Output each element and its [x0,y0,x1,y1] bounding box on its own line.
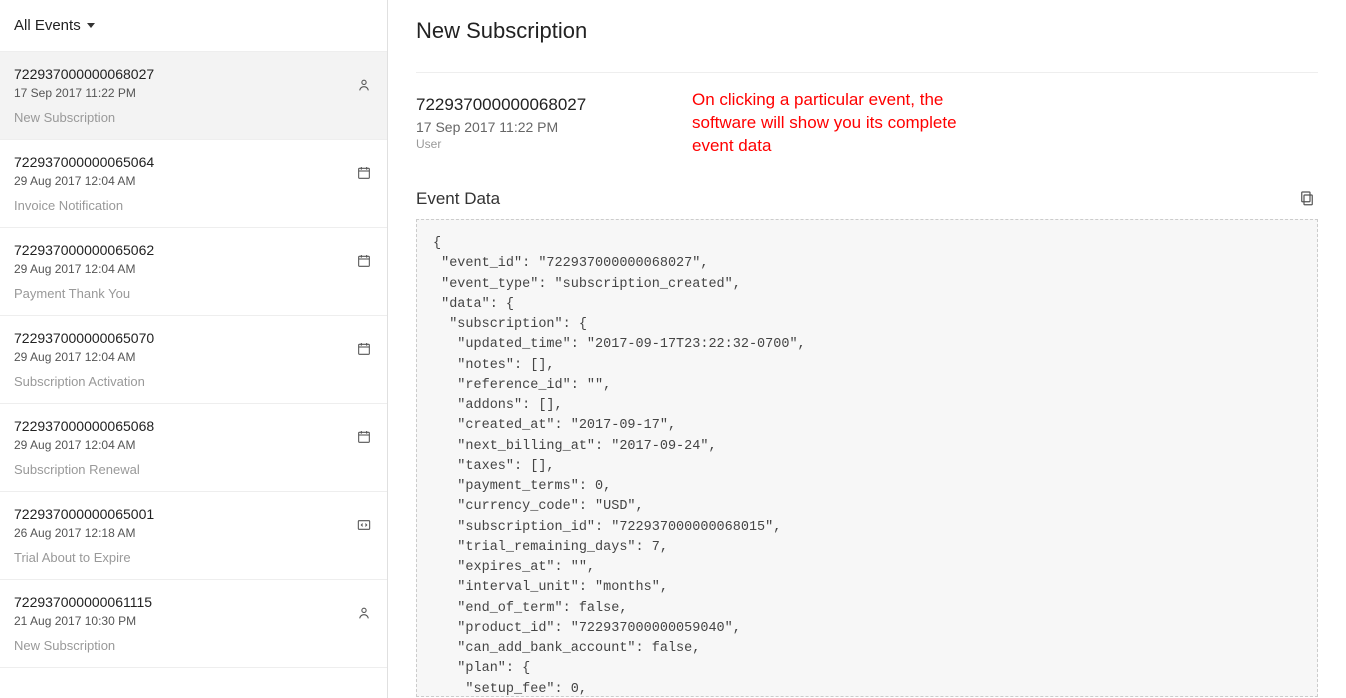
copy-button[interactable] [1298,189,1318,209]
filter-label: All Events [14,17,81,34]
event-info: 722937000000065062 29 Aug 2017 12:04 AM Pa… [14,242,154,301]
event-type: Payment Thank You [14,286,154,301]
event-id: 722937000000061115 [14,594,152,610]
event-id: 722937000000068027 [14,66,154,82]
event-item[interactable]: 722937000000065068 29 Aug 2017 12:04 AM Su… [0,404,387,492]
event-list[interactable]: 722937000000068027 17 Sep 2017 11:22 PM Ne… [0,51,387,698]
events-sidebar: All Events 722937000000068027 17 Sep 2017… [0,0,388,698]
event-data-header: Event Data [416,189,1318,209]
event-type: Subscription Renewal [14,462,154,477]
event-info: 722937000000065068 29 Aug 2017 12:04 AM Su… [14,418,154,477]
event-type: Subscription Activation [14,374,154,389]
event-type: Trial About to Expire [14,550,154,565]
caret-down-icon [87,23,95,28]
event-item[interactable]: 722937000000065064 29 Aug 2017 12:04 AM In… [0,140,387,228]
event-type: New Subscription [14,110,154,125]
event-item[interactable]: 722937000000068027 17 Sep 2017 11:22 PM Ne… [0,52,387,140]
help-annotation: On clicking a particular event, the soft… [692,89,957,158]
event-info: 722937000000061115 21 Aug 2017 10:30 PM Ne… [14,594,152,653]
event-type: New Subscription [14,638,152,653]
event-info: 722937000000065070 29 Aug 2017 12:04 AM Su… [14,330,154,389]
event-info: 722937000000065001 26 Aug 2017 12:18 AM Tr… [14,506,154,565]
event-item[interactable]: 722937000000065001 26 Aug 2017 12:18 AM Tr… [0,492,387,580]
event-item[interactable]: 722937000000065062 29 Aug 2017 12:04 AM Pa… [0,228,387,316]
calendar-icon [355,428,373,446]
filter-dropdown[interactable]: All Events [0,0,387,51]
event-date: 29 Aug 2017 12:04 AM [14,350,154,364]
event-date: 29 Aug 2017 12:04 AM [14,174,154,188]
person-icon [355,76,373,94]
calendar-icon [355,164,373,182]
event-date: 29 Aug 2017 12:04 AM [14,438,154,452]
event-info: 722937000000068027 17 Sep 2017 11:22 PM Ne… [14,66,154,125]
person-icon [355,604,373,622]
event-date: 17 Sep 2017 11:22 PM [14,86,154,100]
event-data-json[interactable]: { "event_id": "722937000000068027", "eve… [416,219,1318,697]
event-item[interactable]: 722937000000061115 21 Aug 2017 10:30 PM Ne… [0,580,387,668]
code-icon [355,516,373,534]
copy-icon [1298,189,1316,207]
event-type: Invoice Notification [14,198,154,213]
event-date: 29 Aug 2017 12:04 AM [14,262,154,276]
section-title: Event Data [416,189,500,209]
event-id: 722937000000065001 [14,506,154,522]
event-id: 722937000000065062 [14,242,154,258]
calendar-icon [355,340,373,358]
detail-header: 722937000000068027 17 Sep 2017 11:22 PM … [416,95,1318,151]
event-item[interactable]: 722937000000065070 29 Aug 2017 12:04 AM Su… [0,316,387,404]
event-date: 21 Aug 2017 10:30 PM [14,614,152,628]
event-id: 722937000000065064 [14,154,154,170]
event-id: 722937000000065068 [14,418,154,434]
event-date: 26 Aug 2017 12:18 AM [14,526,154,540]
event-id: 722937000000065070 [14,330,154,346]
page-title: New Subscription [416,18,1318,73]
main-panel: New Subscription 722937000000068027 17 S… [388,0,1346,698]
calendar-icon [355,252,373,270]
event-info: 722937000000065064 29 Aug 2017 12:04 AM In… [14,154,154,213]
